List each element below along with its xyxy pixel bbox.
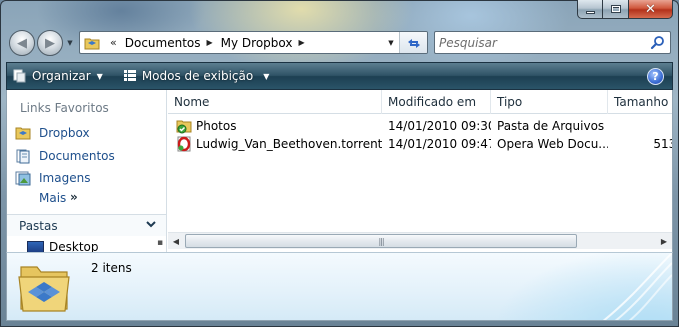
pictures-icon — [15, 170, 31, 186]
forward-button[interactable]: ▶ — [37, 30, 63, 56]
file-type: Pasta de Arquivos — [497, 119, 605, 133]
sidebar-item-dropbox[interactable]: Dropbox — [15, 123, 90, 143]
search-input[interactable] — [439, 34, 639, 51]
command-bar: Organizar ▼ Modos de exibição ▼ ? — [6, 62, 673, 90]
minimize-icon — [585, 10, 595, 14]
refresh-button[interactable] — [399, 32, 427, 53]
scroll-left-button[interactable]: ◀ — [168, 233, 184, 249]
breadcrumb-my-dropbox[interactable]: My Dropbox — [221, 36, 293, 50]
tree-item-desktop[interactable]: Desktop — [27, 240, 99, 252]
organize-label: Organizar — [32, 69, 91, 83]
folder-icon — [82, 33, 102, 53]
tree-item-label: Desktop — [49, 240, 99, 252]
more-links-button[interactable]: Mais — [39, 191, 66, 205]
back-button[interactable]: ◀ — [9, 30, 35, 56]
views-button[interactable]: Modos de exibição ▼ — [117, 63, 276, 89]
file-modified: 14/01/2010 09:30 — [388, 119, 491, 133]
column-header-row: Nome Modificado em Tipo Tamanho — [168, 90, 672, 114]
file-type: Opera Web Docu... — [497, 137, 608, 151]
column-header-modified[interactable]: Modificado em — [382, 90, 491, 114]
chevron-right-icon[interactable]: ▶ — [207, 38, 213, 47]
maximize-button[interactable] — [603, 0, 629, 19]
desktop-icon — [27, 241, 44, 252]
synced-folder-icon — [176, 118, 192, 134]
chevron-right-icon[interactable]: ▶ — [299, 38, 305, 47]
minimize-button[interactable] — [577, 0, 603, 19]
views-icon — [123, 70, 136, 81]
caption-buttons: ✕ — [577, 0, 673, 19]
forward-arrow-icon: ▶ — [45, 35, 55, 51]
recent-pages-button[interactable]: ▼ — [65, 38, 75, 48]
help-icon: ? — [652, 70, 659, 83]
help-button[interactable]: ? — [647, 68, 664, 85]
close-icon: ✕ — [645, 1, 656, 17]
chevron-down-icon: ▼ — [263, 71, 270, 81]
organize-button[interactable]: Organizar ▼ — [7, 63, 109, 89]
details-pane: 2 itens — [6, 252, 673, 321]
views-label: Modos de exibição — [141, 69, 254, 83]
tree-scrollbar[interactable]: ▪ — [157, 238, 163, 252]
file-size: 513 K — [653, 137, 672, 151]
maximize-icon — [610, 5, 621, 13]
close-button[interactable]: ✕ — [629, 0, 673, 19]
dropbox-folder-large-icon — [18, 266, 70, 312]
chevron-down-icon: ▼ — [96, 71, 103, 81]
file-size — [614, 117, 672, 135]
file-name-cell: Photos — [176, 117, 382, 135]
navigation-pane: Links Favoritos Dropbox Documentos Image… — [7, 90, 167, 252]
file-row[interactable]: Photos 14/01/2010 09:30 Pasta de Arquivo… — [168, 117, 672, 135]
organize-icon — [13, 69, 26, 83]
scrollbar-thumb[interactable]: ||| — [185, 234, 577, 248]
column-header-type[interactable]: Tipo — [491, 90, 608, 114]
decorative-swoosh — [602, 253, 672, 320]
file-row[interactable]: Ludwig_Van_Beethoven.torrent 14/01/2010 … — [168, 135, 672, 153]
column-header-size[interactable]: Tamanho — [608, 90, 672, 114]
sidebar-item-documentos[interactable]: Documentos — [15, 146, 115, 166]
content-area: Links Favoritos Dropbox Documentos Image… — [6, 90, 673, 252]
sidebar-item-imagens[interactable]: Imagens — [15, 168, 90, 188]
sidebar-item-label: Documentos — [39, 149, 115, 163]
search-box[interactable] — [434, 31, 671, 54]
folders-header[interactable]: Pastas — [7, 214, 166, 236]
folders-title: Pastas — [19, 218, 58, 233]
item-count: 2 itens — [91, 261, 132, 275]
refresh-icon — [407, 38, 420, 48]
opera-torrent-file-icon — [176, 136, 192, 152]
back-arrow-icon: ◀ — [17, 35, 27, 51]
file-name: Ludwig_Van_Beethoven.torrent — [196, 137, 382, 151]
horizontal-scrollbar[interactable]: ◀ ||| ▶ — [168, 232, 672, 249]
file-modified: 14/01/2010 09:47 — [388, 137, 491, 151]
double-chevron-right-icon[interactable]: » — [70, 190, 78, 204]
address-dropdown-button[interactable]: ▼ — [385, 32, 397, 53]
file-name: Photos — [196, 119, 237, 133]
file-name-cell: Ludwig_Van_Beethoven.torrent — [176, 135, 382, 153]
chevron-down-icon: ▼ — [67, 39, 73, 47]
breadcrumb-documentos[interactable]: Documentos — [125, 36, 201, 50]
file-list: Nome Modificado em Tipo Tamanho Photos 1… — [168, 90, 672, 252]
dropbox-folder-icon — [15, 125, 31, 141]
address-bar[interactable]: « Documentos ▶ My Dropbox ▶ ▼ — [79, 31, 428, 54]
scroll-right-button[interactable]: ▶ — [656, 233, 672, 249]
sidebar-item-label: Imagens — [39, 171, 91, 185]
search-icon[interactable] — [650, 35, 665, 50]
sidebar-item-label: Dropbox — [39, 126, 90, 140]
breadcrumb-overflow[interactable]: « — [110, 36, 117, 49]
column-header-name[interactable]: Nome — [168, 90, 382, 114]
chevron-down-icon — [146, 221, 156, 228]
favorite-links-title: Links Favoritos — [20, 101, 109, 115]
documents-icon — [15, 148, 31, 164]
